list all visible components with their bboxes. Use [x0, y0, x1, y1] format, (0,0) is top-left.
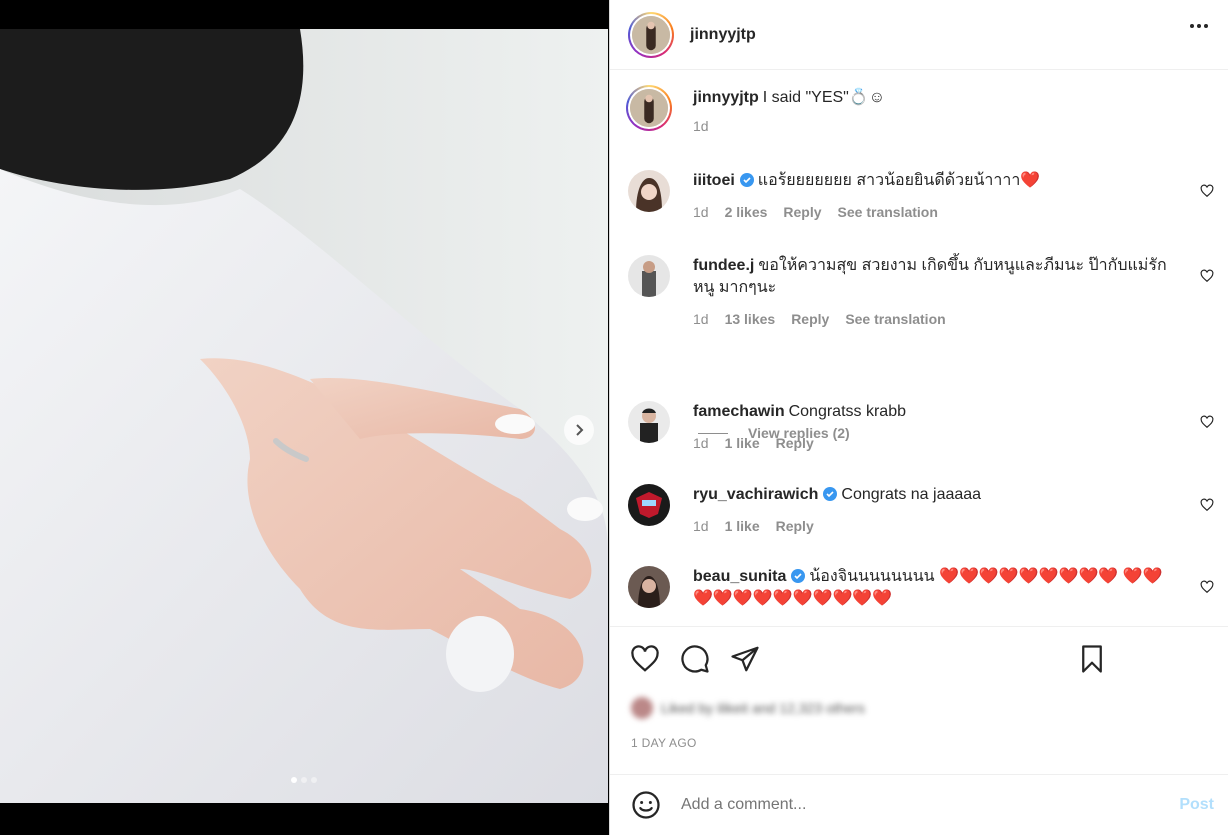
comment-icon[interactable]: [680, 644, 710, 674]
comment-text: แอร้ยยยยยยย สาวน้อยยินดีด้วยน้าาาา❤️: [757, 172, 1041, 189]
caption-text: I said "YES"💍☺: [762, 89, 886, 106]
heart-icon[interactable]: [630, 644, 660, 674]
heart-icon[interactable]: [1200, 269, 1214, 283]
verified-badge-icon: [791, 569, 806, 583]
send-icon[interactable]: [730, 644, 760, 674]
see-translation-button[interactable]: See translation: [838, 201, 938, 223]
media-dot: [291, 777, 297, 783]
more-options-icon[interactable]: [1190, 24, 1208, 28]
media-pagination: [0, 777, 608, 783]
reply-button[interactable]: Reply: [783, 201, 821, 223]
reply-button[interactable]: Reply: [776, 432, 814, 454]
commenter-avatar[interactable]: [628, 255, 670, 297]
heart-icon[interactable]: [1200, 184, 1214, 198]
author-avatar-image: [632, 15, 670, 54]
comment-time[interactable]: 1d: [693, 515, 709, 537]
comment-text: Congrats na jaaaaa: [841, 486, 982, 503]
comment-likes[interactable]: 1 like: [725, 515, 760, 537]
reply-button[interactable]: Reply: [776, 515, 814, 537]
comment-likes[interactable]: 13 likes: [725, 308, 776, 330]
comment-input[interactable]: [681, 796, 1180, 814]
heart-icon[interactable]: [1200, 415, 1214, 429]
media-dot: [311, 777, 317, 783]
comment-likes[interactable]: 2 likes: [725, 201, 768, 223]
heart-icon[interactable]: [1200, 580, 1214, 594]
post-panel: jinnyyjtp jinnyyjtp I said "YES"💍☺ 1d iii…: [609, 0, 1228, 835]
comments-list: jinnyyjtp I said "YES"💍☺ 1d iiitoei แอร้ยย…: [610, 71, 1228, 625]
next-media-button[interactable]: [564, 415, 594, 445]
post-media[interactable]: [0, 29, 608, 803]
comment-username[interactable]: beau_sunita: [693, 568, 786, 585]
liked-by-text: Liked by ilikeit and 12,323 others: [661, 700, 865, 716]
media-dot: [301, 777, 307, 783]
author-avatar[interactable]: [628, 11, 674, 58]
caption-username[interactable]: jinnyyjtp: [693, 89, 759, 106]
see-translation-button[interactable]: See translation: [845, 308, 945, 330]
emoji-icon[interactable]: [631, 790, 661, 820]
post-photo: [0, 29, 608, 803]
caption-avatar-image: [630, 89, 668, 127]
comment-username[interactable]: ryu_vachirawich: [693, 486, 818, 503]
liked-by[interactable]: Liked by ilikeit and 12,323 others: [631, 697, 865, 719]
comment-text: Congratss krabb: [788, 403, 906, 420]
verified-badge-icon: [739, 173, 754, 187]
chevron-right-icon: [576, 424, 584, 436]
bookmark-icon[interactable]: [1077, 644, 1107, 674]
commenter-avatar[interactable]: [628, 170, 670, 212]
comment-time[interactable]: 1d: [693, 432, 709, 454]
comment-likes[interactable]: 1 like: [725, 432, 760, 454]
comment-username[interactable]: famechawin: [693, 403, 785, 420]
header-username[interactable]: jinnyyjtp: [690, 26, 756, 44]
comment-time[interactable]: 1d: [693, 201, 709, 223]
commenter-avatar[interactable]: [628, 484, 670, 526]
heart-icon[interactable]: [1200, 498, 1214, 512]
post-comment-button[interactable]: Post: [1179, 796, 1214, 814]
comment-username[interactable]: fundee.j: [693, 257, 754, 274]
caption-avatar[interactable]: [626, 85, 672, 131]
comment-text: ขอให้ความสุข สวยงาม เกิดขึ้น กับหนูและภี…: [693, 257, 1167, 296]
reply-button[interactable]: Reply: [791, 308, 829, 330]
add-comment-bar: Post: [610, 774, 1228, 835]
comment-time[interactable]: 1d: [693, 308, 709, 330]
comment-username[interactable]: iiitoei: [693, 172, 735, 189]
commenter-avatar[interactable]: [628, 566, 670, 608]
caption-time[interactable]: 1d: [693, 115, 709, 137]
commenter-avatar[interactable]: [628, 401, 670, 443]
post-timestamp[interactable]: 1 DAY AGO: [631, 736, 697, 750]
verified-badge-icon: [823, 487, 838, 501]
post-actions: Liked by ilikeit and 12,323 others 1 DAY…: [610, 626, 1228, 774]
liker-avatar: [631, 697, 653, 719]
post-header: jinnyyjtp: [610, 0, 1228, 70]
